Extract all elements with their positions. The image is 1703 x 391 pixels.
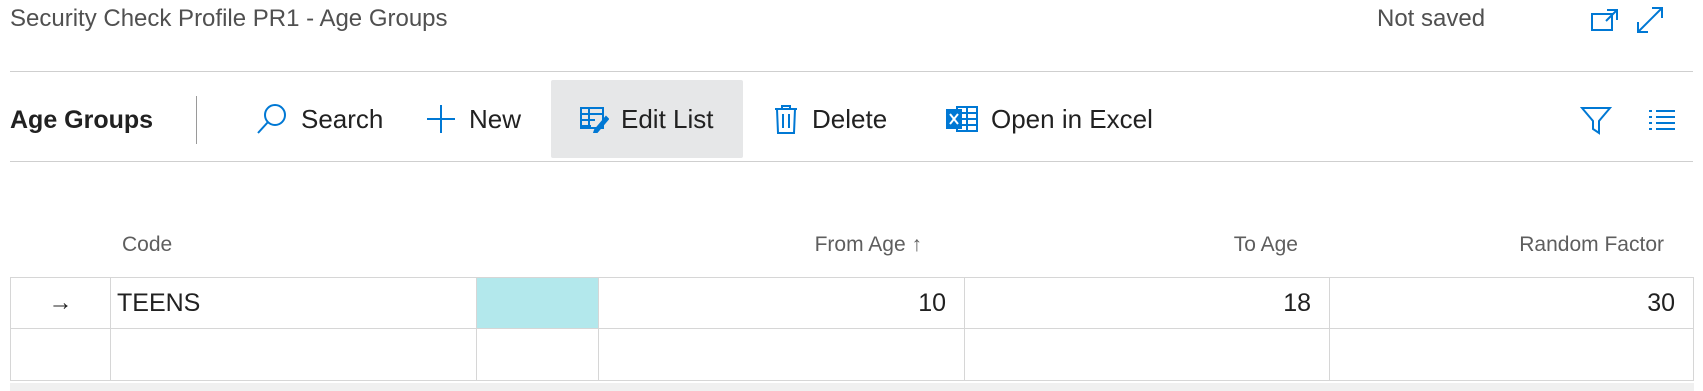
open-in-excel-button[interactable]: Open in Excel — [945, 80, 1153, 158]
edit-list-label: Edit List — [621, 103, 714, 134]
header-divider — [10, 71, 1693, 72]
filter-icon[interactable] — [1576, 100, 1616, 140]
actionbar-divider — [10, 161, 1693, 162]
open-in-excel-label: Open in Excel — [991, 103, 1153, 134]
edit-list-icon — [580, 107, 609, 133]
row-indicator[interactable] — [10, 329, 110, 380]
expand-icon[interactable] — [1632, 2, 1668, 38]
column-header-from-age[interactable]: From Age ↑ — [800, 233, 922, 257]
row-indicator[interactable]: → — [10, 278, 110, 328]
page-name: Age Groups — [10, 106, 154, 134]
search-icon — [257, 104, 286, 134]
delete-button[interactable]: Delete — [772, 80, 887, 158]
random-factor-cell[interactable] — [1329, 329, 1694, 380]
excel-icon — [946, 106, 978, 132]
age-groups-table: → TEENS 10 18 30 — [10, 277, 1694, 381]
blank-cell[interactable] — [476, 329, 598, 380]
column-header-from-age-label: From Age — [814, 233, 906, 256]
list-icon[interactable] — [1642, 100, 1682, 140]
new-label: New — [469, 103, 522, 134]
action-separator — [196, 96, 197, 144]
search-label: Search — [301, 103, 384, 134]
column-header-random-factor[interactable]: Random Factor — [1480, 233, 1664, 257]
delete-label: Delete — [812, 103, 888, 134]
column-header-to-age[interactable]: To Age — [1200, 233, 1298, 257]
plus-icon — [427, 105, 455, 133]
edit-list-button[interactable]: Edit List — [551, 80, 743, 158]
to-age-cell[interactable]: 18 — [964, 278, 1329, 328]
new-button[interactable]: New — [425, 80, 521, 158]
from-age-cell[interactable] — [598, 329, 964, 380]
to-age-cell[interactable] — [964, 329, 1329, 380]
code-cell[interactable] — [110, 329, 476, 380]
table-row[interactable] — [10, 329, 1694, 381]
sort-ascending-icon: ↑ — [911, 233, 923, 256]
trash-icon — [775, 105, 797, 134]
grid-footer-band — [10, 383, 1694, 391]
table-row[interactable]: → TEENS 10 18 30 — [10, 277, 1694, 329]
search-button[interactable]: Search — [255, 80, 383, 158]
save-status: Not saved — [1377, 5, 1486, 32]
from-age-cell[interactable]: 10 — [598, 278, 964, 328]
column-header-code[interactable]: Code — [122, 233, 172, 257]
code-cell[interactable]: TEENS — [110, 278, 476, 328]
open-in-new-window-icon[interactable] — [1587, 2, 1623, 38]
random-factor-cell[interactable]: 30 — [1329, 278, 1694, 328]
page-title: Security Check Profile PR1 - Age Groups — [10, 5, 448, 32]
selected-cell[interactable] — [476, 278, 598, 328]
